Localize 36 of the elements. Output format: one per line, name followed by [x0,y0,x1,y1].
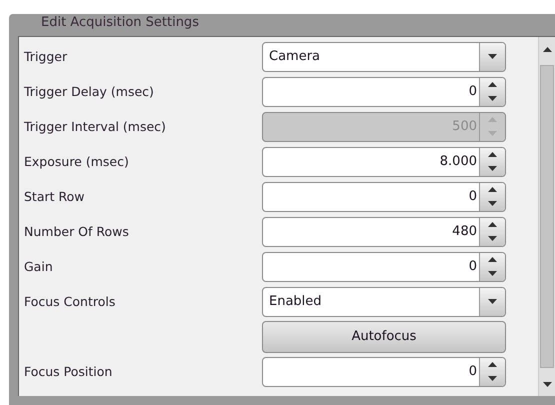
setting-label: Trigger Interval (msec) [24,119,167,134]
scroll-thumb[interactable] [540,65,554,368]
setting-label: Start Row [24,189,86,204]
up-arrow-icon[interactable] [488,362,497,367]
down-arrow-icon[interactable] [488,376,497,381]
scroll-up-icon[interactable] [542,46,552,52]
setting-label: Number Of Rows [24,224,130,239]
number-field[interactable]: 0 [262,182,506,212]
number-field[interactable]: 0 [262,252,506,282]
up-arrow-icon[interactable] [488,257,497,262]
up-arrow-icon[interactable] [488,82,497,87]
down-arrow-icon[interactable] [488,166,497,171]
number-field[interactable]: 8.000 [262,146,506,176]
down-arrow-icon[interactable] [488,236,497,241]
dropdown-field[interactable]: Camera [262,42,506,72]
scrollbar[interactable] [538,37,555,396]
number-field[interactable]: 480 [262,216,506,246]
down-arrow-icon[interactable] [488,201,497,206]
number-field[interactable]: 0 [262,76,506,106]
dropdown-field[interactable]: Enabled [262,286,506,316]
setting-label: Focus Controls [24,294,116,309]
setting-label: Trigger [24,49,68,64]
setting-label: Exposure (msec) [24,154,130,169]
caret-icon[interactable] [488,54,497,59]
setting-label: Trigger Delay (msec) [24,84,155,99]
setting-label: Focus Position [24,364,114,379]
down-arrow-icon[interactable] [488,271,497,276]
setting-label: Gain [24,259,54,274]
up-arrow-icon[interactable] [488,187,497,192]
caret-icon[interactable] [488,299,497,304]
up-arrow-icon[interactable] [488,222,497,227]
number-field[interactable]: 0 [262,356,506,386]
autofocus-button[interactable]: Autofocus [262,320,506,352]
up-arrow-icon[interactable] [488,152,497,157]
scroll-down-icon[interactable] [542,382,552,386]
down-arrow-icon[interactable] [488,96,497,101]
